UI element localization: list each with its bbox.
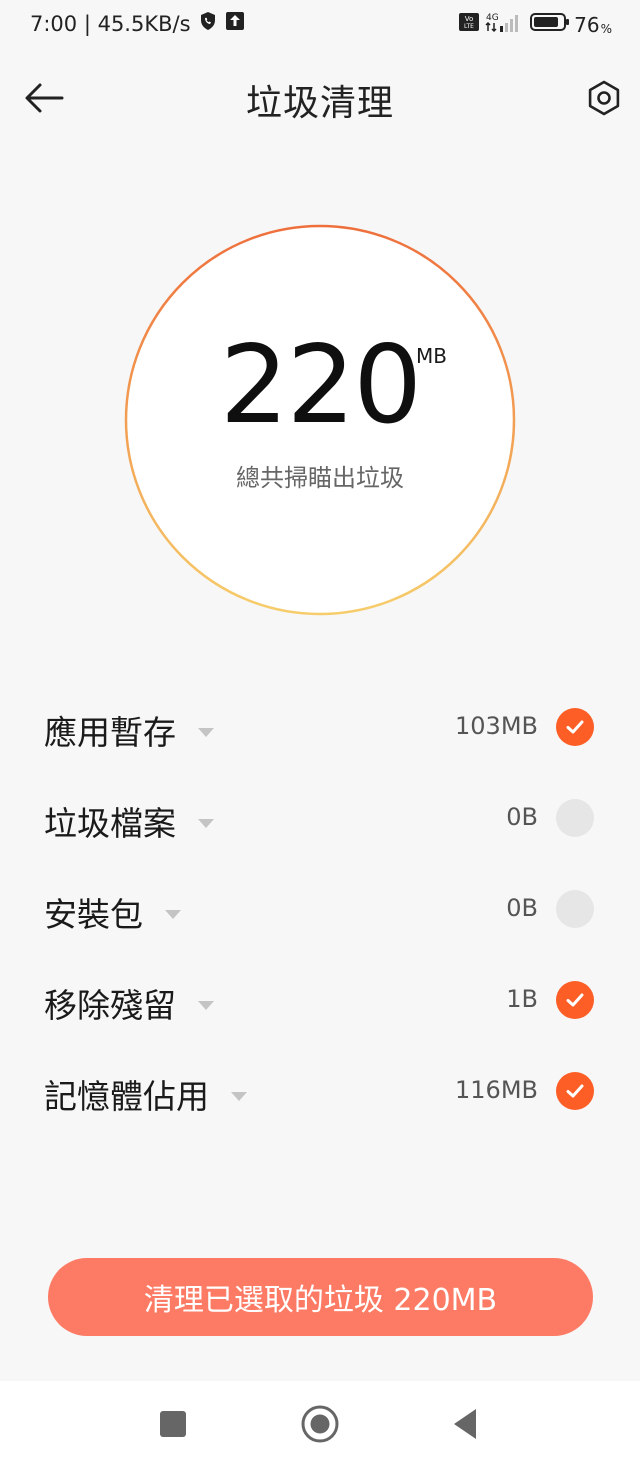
category-size: 1B bbox=[506, 985, 538, 1013]
scan-result-circle: 220 MB 總共掃瞄出垃圾 bbox=[124, 224, 516, 616]
home-button[interactable] bbox=[300, 1404, 340, 1444]
header: 垃圾清理 bbox=[0, 60, 640, 135]
total-junk-caption: 總共掃瞄出垃圾 bbox=[236, 464, 404, 492]
category-size: 103MB bbox=[455, 712, 538, 740]
expand-arrow-icon[interactable] bbox=[198, 727, 214, 737]
junk-category-list: 應用暫存 103MB 垃圾檔案 0B 安裝包 0B 移除殘留 1B 記憶體佔用 … bbox=[0, 682, 640, 1137]
total-junk-size: 220 bbox=[219, 323, 422, 448]
expand-arrow-icon[interactable] bbox=[165, 909, 181, 919]
category-label: 安裝包 bbox=[44, 895, 143, 934]
category-checkbox[interactable] bbox=[556, 890, 594, 928]
category-checkbox[interactable] bbox=[556, 708, 594, 746]
expand-arrow-icon[interactable] bbox=[231, 1091, 247, 1101]
expand-arrow-icon[interactable] bbox=[198, 1000, 214, 1010]
category-app-cache[interactable]: 應用暫存 103MB bbox=[0, 682, 640, 773]
category-memory-usage[interactable]: 記憶體佔用 116MB bbox=[0, 1046, 640, 1137]
category-size: 116MB bbox=[455, 1076, 538, 1104]
status-left: 7:00 | 45.5KB/s bbox=[30, 11, 245, 36]
page-title: 垃圾清理 bbox=[245, 83, 394, 124]
square-icon bbox=[160, 1411, 186, 1437]
settings-button[interactable] bbox=[582, 76, 626, 120]
checkmark-icon bbox=[566, 993, 584, 1007]
checkmark-icon bbox=[566, 720, 584, 734]
total-junk-unit: MB bbox=[416, 344, 447, 368]
expand-arrow-icon[interactable] bbox=[198, 818, 214, 828]
category-checkbox[interactable] bbox=[556, 1072, 594, 1110]
category-install-packages[interactable]: 安裝包 0B bbox=[0, 864, 640, 955]
status-right: Vo LTE 4G 76 % bbox=[458, 11, 612, 38]
back-nav-button[interactable] bbox=[446, 1404, 486, 1444]
category-junk-files[interactable]: 垃圾檔案 0B bbox=[0, 773, 640, 864]
upload-notification-icon bbox=[225, 11, 245, 36]
signal-4g-icon: 4G bbox=[484, 11, 522, 38]
category-size: 0B bbox=[506, 894, 538, 922]
category-label: 垃圾檔案 bbox=[44, 804, 176, 843]
category-checkbox[interactable] bbox=[556, 981, 594, 1019]
category-label: 記憶體佔用 bbox=[44, 1077, 209, 1116]
status-time-speed: 7:00 | 45.5KB/s bbox=[30, 11, 191, 36]
battery-icon bbox=[530, 12, 570, 37]
clean-selected-button[interactable]: 清理已選取的垃圾 220MB bbox=[48, 1258, 593, 1336]
recents-button[interactable] bbox=[153, 1404, 193, 1444]
category-checkbox[interactable] bbox=[556, 799, 594, 837]
shield-call-icon bbox=[199, 11, 217, 36]
volte-icon: Vo LTE bbox=[458, 12, 480, 37]
category-label: 應用暫存 bbox=[44, 713, 176, 752]
svg-text:LTE: LTE bbox=[464, 23, 474, 30]
svg-text:Vo: Vo bbox=[465, 15, 474, 23]
status-bar: 7:00 | 45.5KB/s Vo LTE 4G 76 % bbox=[0, 0, 640, 50]
category-size: 0B bbox=[506, 803, 538, 831]
system-nav-bar bbox=[0, 1381, 640, 1467]
category-label: 移除殘留 bbox=[44, 986, 176, 1025]
home-circle-icon bbox=[301, 1405, 339, 1443]
settings-hexagon-icon bbox=[588, 80, 620, 116]
battery-level: 76 bbox=[574, 12, 600, 37]
checkmark-icon bbox=[566, 1084, 584, 1098]
triangle-back-icon bbox=[454, 1409, 476, 1439]
category-residual-files[interactable]: 移除殘留 1B bbox=[0, 955, 640, 1046]
battery-unit: % bbox=[600, 22, 612, 36]
svg-text:4G: 4G bbox=[486, 13, 499, 23]
